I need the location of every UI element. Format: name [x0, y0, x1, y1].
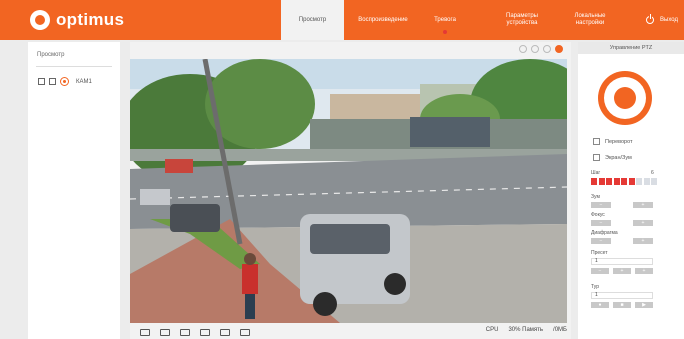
- tab-device-settings-label: Параметры устройства: [506, 13, 538, 26]
- tab-local-settings[interactable]: Локальные настройки: [562, 0, 618, 40]
- bitrate-stat: /0МБ: [553, 327, 567, 333]
- zoom-checkbox[interactable]: [593, 154, 600, 161]
- preset-label: Пресет: [591, 250, 608, 256]
- video-bottom-toolbar: CPU 30% Память /0МБ: [130, 325, 571, 339]
- speed-segment[interactable]: [613, 178, 620, 185]
- logout-label: Выход: [660, 17, 678, 23]
- capture-icon[interactable]: [140, 328, 150, 336]
- performance-stats: CPU 30% Память /0МБ: [486, 327, 567, 333]
- record-icon[interactable]: [220, 328, 230, 336]
- live-camera-icon[interactable]: [60, 77, 69, 86]
- speed-value: 6: [651, 170, 654, 176]
- suv-window: [310, 224, 390, 254]
- speed-segment[interactable]: [628, 178, 635, 185]
- iris-plus-button[interactable]: +: [633, 238, 653, 244]
- tab-device-settings[interactable]: Параметры устройства: [492, 0, 552, 40]
- focus-minus-button[interactable]: −: [591, 220, 611, 226]
- ptz-title: Управление PTZ: [578, 42, 684, 54]
- pedestrian-head: [244, 253, 256, 265]
- sidebar-divider: [36, 66, 112, 67]
- flip-checkbox[interactable]: [593, 138, 600, 145]
- tab-live-view[interactable]: Просмотр: [281, 0, 344, 40]
- bus: [165, 159, 193, 173]
- tab-alarm[interactable]: Тревога: [422, 0, 468, 40]
- car-dark: [170, 204, 220, 232]
- fullscreen-icon[interactable]: [555, 45, 563, 53]
- camera-video-feed[interactable]: [130, 59, 567, 323]
- preset-go-button[interactable]: +: [635, 268, 653, 274]
- tab-playback[interactable]: Воспроизведение: [344, 0, 422, 40]
- zoom-checkbox-row[interactable]: Экран/Зум: [593, 154, 632, 161]
- memory-stat: 30% Память: [508, 327, 544, 333]
- tour-select[interactable]: 1: [591, 292, 653, 299]
- speed-segment[interactable]: [643, 178, 650, 185]
- focus-label: Фокус: [591, 212, 605, 218]
- window-icon[interactable]: [240, 328, 250, 336]
- tab-local-settings-label: Локальные настройки: [574, 13, 606, 26]
- suv-wheel-rear: [384, 273, 406, 295]
- car-white-left: [140, 189, 170, 205]
- speed-segment[interactable]: [606, 178, 612, 185]
- zoom-label: Экран/Зум: [605, 154, 632, 161]
- optimus-logo-icon: [30, 10, 50, 30]
- video-top-tools: [519, 45, 563, 53]
- cpu-label: CPU: [485, 327, 499, 333]
- monitor-icon[interactable]: [200, 328, 210, 336]
- preset-select[interactable]: 1: [591, 258, 653, 265]
- top-navbar: optimus Просмотр Воспроизведение Тревога…: [0, 0, 684, 40]
- zoom-minus-button[interactable]: −: [591, 202, 611, 208]
- ptz-panel: Управление PTZ Переворот Экран/Зум Шаг 6…: [578, 42, 684, 339]
- tour-settings-button[interactable]: ●: [591, 302, 609, 308]
- preset-set-button[interactable]: +: [613, 268, 631, 274]
- tab-playback-label: Воспроизведение: [358, 16, 408, 23]
- tab-alarm-label: Тревога: [434, 16, 456, 23]
- zoom-plus-button[interactable]: +: [633, 202, 653, 208]
- pedestrian: [242, 264, 258, 294]
- speed-level-bar[interactable]: [591, 178, 657, 185]
- suv-wheel-front: [313, 292, 337, 316]
- speed-segment[interactable]: [651, 178, 657, 185]
- speed-segment[interactable]: [598, 178, 605, 185]
- record-icon[interactable]: [38, 78, 45, 85]
- left-sidebar: Просмотр КАМ1: [28, 42, 120, 339]
- mute-icon[interactable]: [180, 328, 190, 336]
- speed-segment[interactable]: [591, 178, 597, 185]
- tour-play-button[interactable]: ▶: [635, 302, 653, 308]
- ptz-joystick[interactable]: [598, 71, 652, 125]
- camera-item[interactable]: КАМ1: [38, 77, 92, 86]
- video-panel: CPU 30% Память /0МБ: [130, 42, 571, 339]
- tour-label: Тур: [591, 284, 599, 290]
- preset-minus-button[interactable]: −: [591, 268, 609, 274]
- ptz-ring: [604, 77, 646, 119]
- layout-9-icon[interactable]: [543, 45, 551, 53]
- iris-label: Диафрагма: [591, 230, 618, 236]
- speed-segment[interactable]: [621, 178, 627, 185]
- pedestrian-legs: [245, 294, 255, 319]
- ptz-center-button[interactable]: [614, 87, 636, 109]
- video-frame: [130, 59, 567, 323]
- tab-live-view-label: Просмотр: [298, 16, 327, 23]
- camera-label: КАМ1: [76, 78, 92, 85]
- bus-shelter: [410, 117, 490, 147]
- sidebar-title: Просмотр: [37, 52, 65, 58]
- camera-snapshot-icon[interactable]: [160, 328, 170, 336]
- flip-label: Переворот: [605, 138, 633, 145]
- tour-stop-button[interactable]: ■: [613, 302, 631, 308]
- flip-checkbox-row[interactable]: Переворот: [593, 138, 633, 145]
- speed-segment[interactable]: [636, 178, 642, 185]
- iris-minus-button[interactable]: −: [591, 238, 611, 244]
- focus-plus-button[interactable]: +: [633, 220, 653, 226]
- zoom-control-label: Зум: [591, 194, 600, 200]
- speed-label: Шаг: [591, 170, 601, 176]
- alarm-indicator: [443, 30, 447, 34]
- brand-name: optimus: [56, 10, 125, 29]
- power-icon: [646, 14, 655, 24]
- logout-button[interactable]: Выход: [646, 0, 678, 40]
- brand-logo: optimus: [30, 10, 124, 30]
- layout-4-icon[interactable]: [531, 45, 539, 53]
- screen-icon[interactable]: [49, 78, 56, 85]
- layout-1-icon[interactable]: [519, 45, 527, 53]
